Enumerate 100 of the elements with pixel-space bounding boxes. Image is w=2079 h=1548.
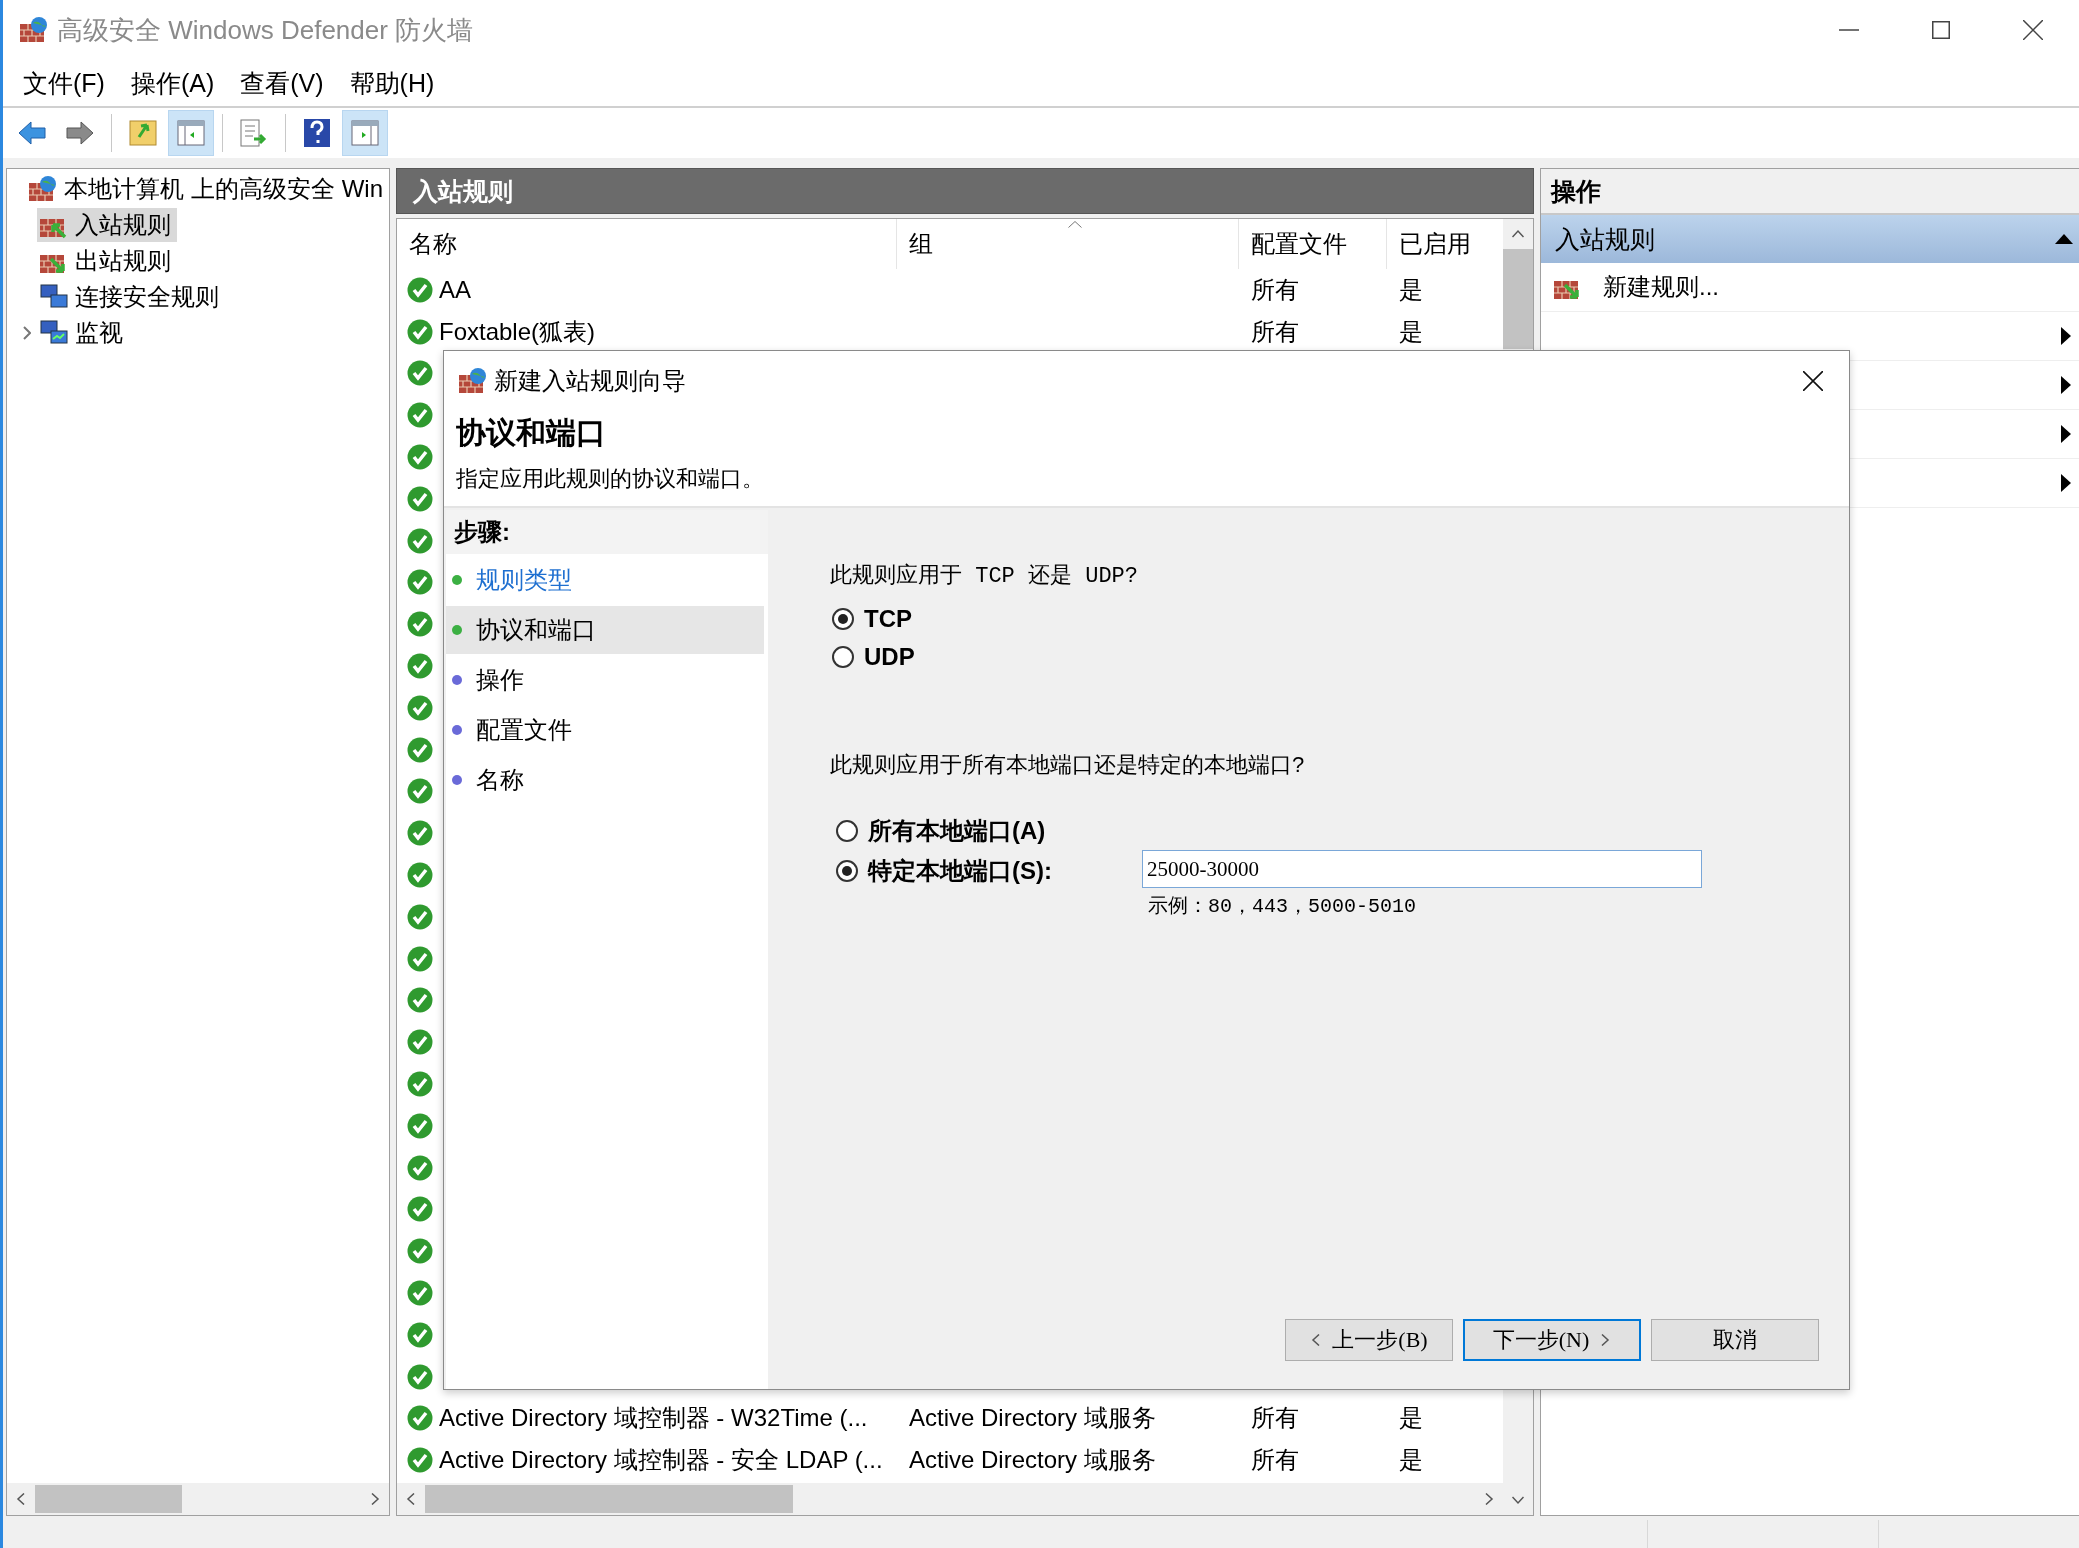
check-icon <box>407 736 433 763</box>
column-header[interactable]: 配置文件 <box>1239 219 1387 269</box>
check-icon <box>407 653 433 680</box>
radio-button[interactable]: UDP <box>832 644 915 670</box>
check-icon <box>407 527 433 554</box>
column-header[interactable]: 组 <box>897 219 1239 269</box>
check-icon <box>407 402 433 429</box>
document-arrow-icon <box>240 119 268 147</box>
check-icon <box>407 569 433 596</box>
tree-item[interactable]: 连接安全规则 <box>37 280 225 314</box>
table-cell-text: 所有 <box>1251 1445 1299 1476</box>
dialog-title: 新建入站规则向导 <box>494 366 686 396</box>
menu-item[interactable]: 操作(A) <box>120 64 225 102</box>
chevron-down-icon <box>1512 1494 1524 1506</box>
collapse-triangle-icon[interactable] <box>2055 234 2073 244</box>
submenu-arrow-icon[interactable] <box>2061 376 2071 394</box>
window-panel-icon <box>177 119 205 147</box>
table-cell-text: 所有 <box>1251 1403 1299 1434</box>
window-title: 高级安全 Windows Defender 防火墙 <box>57 13 474 47</box>
check-icon <box>407 903 433 930</box>
firewall-globe-icon <box>19 16 49 44</box>
menu-item[interactable]: 帮助(H) <box>339 64 445 102</box>
radio-button[interactable]: TCP <box>832 606 912 632</box>
section-header[interactable]: 入站规则 <box>1541 215 2079 263</box>
close-icon <box>2023 20 2043 40</box>
firewall-globe-icon <box>458 367 488 395</box>
left-arrow-icon <box>18 119 46 147</box>
pane-header: 入站规则 <box>396 168 1534 214</box>
scroll-thumb[interactable] <box>1503 249 1533 349</box>
table-cell-text: 所有 <box>1251 316 1299 347</box>
tree-item[interactable]: 监视 <box>37 316 129 350</box>
expand-chevron-icon[interactable] <box>23 326 31 340</box>
horizontal-scrollbar[interactable] <box>397 1483 1503 1515</box>
horizontal-scrollbar[interactable] <box>7 1483 389 1515</box>
check-icon <box>407 1112 433 1139</box>
check-icon <box>407 862 433 889</box>
scroll-thumb[interactable] <box>425 1485 793 1513</box>
column-header[interactable]: 名称 <box>397 219 897 269</box>
check-icon <box>407 820 433 847</box>
tree-item[interactable]: 出站规则 <box>37 244 177 278</box>
help-icon <box>303 119 331 147</box>
question-text: 此规则应用于所有本地端口还是特定的本地端口? <box>830 751 1306 779</box>
chevron-right-icon <box>369 1493 381 1505</box>
table-cell-text: Foxtable(狐表) <box>439 316 596 347</box>
check-icon <box>407 1363 433 1390</box>
page-description: 指定应用此规则的协议和端口。 <box>456 465 765 493</box>
check-icon <box>407 485 433 512</box>
menu-item[interactable]: 查看(V) <box>230 64 334 102</box>
check-icon <box>407 1280 433 1306</box>
check-icon <box>407 1321 433 1348</box>
table-cell-text: 所有 <box>1251 274 1299 305</box>
chevron-right-icon <box>1483 1493 1495 1505</box>
chevron-up-icon <box>1512 228 1524 240</box>
table-cell-text: Active Directory 域控制器 - 安全 LDAP (... <box>439 1445 883 1476</box>
show-tree-button[interactable] <box>168 110 214 156</box>
tree-item[interactable]: 入站规则 <box>37 208 177 242</box>
submenu-arrow-icon[interactable] <box>2061 327 2071 345</box>
step-item[interactable]: 操作 <box>446 656 764 704</box>
cancel-button[interactable]: 取消 <box>1651 1319 1819 1361</box>
check-icon <box>407 444 433 471</box>
step-item[interactable]: 协议和端口 <box>446 606 764 654</box>
firewall-globe-icon <box>28 175 59 203</box>
tree-item[interactable]: 本地计算机 上的高级安全 Win <box>26 172 389 206</box>
page-heading: 协议和端口 <box>456 414 607 452</box>
submenu-arrow-icon[interactable] <box>2061 425 2071 443</box>
window-panel-icon <box>351 119 379 147</box>
action-link[interactable]: 新建规则... <box>1603 271 1719 303</box>
monitor-icon <box>39 319 69 347</box>
pane-header: 操作 <box>1541 169 2079 215</box>
table-cell-text: Active Directory 域控制器 - W32Time (... <box>439 1403 868 1434</box>
step-item[interactable]: 配置文件 <box>446 706 764 754</box>
radio-button[interactable]: 特定本地端口(S): <box>836 858 1052 884</box>
port-input-field[interactable]: 25000-30000 <box>1142 850 1702 888</box>
check-icon <box>407 276 433 303</box>
check-icon <box>407 1196 433 1223</box>
radio-button[interactable]: 所有本地端口(A) <box>836 818 1046 844</box>
check-icon <box>407 1029 433 1056</box>
back-button[interactable]: 上一步(B) <box>1285 1319 1453 1361</box>
table-cell-text: 是 <box>1399 274 1423 305</box>
next-button[interactable]: 下一步(N) <box>1463 1319 1641 1361</box>
check-icon <box>407 1447 433 1474</box>
question-text: 此规则应用于 TCP 还是 UDP? <box>830 562 1140 590</box>
step-link[interactable]: 规则类型 <box>446 556 764 604</box>
scroll-thumb[interactable] <box>35 1485 182 1513</box>
check-icon <box>407 318 433 345</box>
chevron-left-icon <box>405 1493 417 1505</box>
minimize-icon <box>1839 29 1859 31</box>
column-header[interactable]: 已启用 <box>1387 219 1493 269</box>
check-icon <box>407 1238 433 1265</box>
submenu-arrow-icon[interactable] <box>2061 474 2071 492</box>
check-icon <box>407 987 433 1014</box>
check-icon <box>407 1071 433 1098</box>
close-icon <box>1803 371 1823 391</box>
computers-icon <box>39 283 69 311</box>
check-icon <box>407 1154 433 1181</box>
chevron-left-icon <box>15 1493 27 1505</box>
maximize-icon <box>1932 21 1950 39</box>
step-item[interactable]: 名称 <box>446 756 764 804</box>
table-cell: AA <box>439 275 471 304</box>
menu-item[interactable]: 文件(F) <box>13 64 115 102</box>
